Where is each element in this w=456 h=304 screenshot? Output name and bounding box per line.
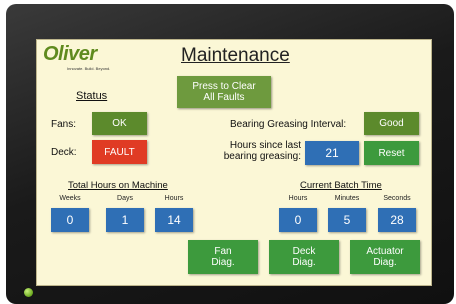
clear-faults-button[interactable]: Press to Clear All Faults — [177, 76, 271, 108]
actuator-diag-label: Actuator Diag. — [366, 246, 404, 268]
oliver-logo: Oliver — [43, 43, 97, 66]
fan-diag-label: Fan Diag. — [211, 246, 235, 268]
greasing-interval-label: Bearing Greasing Interval: — [230, 119, 347, 130]
greasing-interval-value: Good — [379, 118, 404, 129]
fans-status-badge: OK — [92, 112, 147, 135]
deck-status-value: FAULT — [104, 146, 135, 158]
status-heading: Status — [76, 90, 108, 102]
hours-since-greasing-number: 21 — [325, 146, 339, 160]
fans-status-value: OK — [112, 118, 127, 129]
batch-hours-label: Hours — [288, 195, 308, 202]
total-weeks-label: Weeks — [59, 195, 81, 202]
batch-minutes-value: 5 — [328, 208, 366, 232]
hmi-screen: Oliver Innovate. Build. Beyond. Maintena… — [36, 39, 432, 286]
total-hours-value: 14 — [155, 208, 193, 232]
actuator-diag-button[interactable]: Actuator Diag. — [350, 240, 420, 274]
reset-greasing-button[interactable]: Reset — [364, 141, 419, 165]
batch-time-heading: Current Batch Time — [300, 180, 382, 191]
power-led-icon — [24, 288, 33, 297]
total-hours-heading: Total Hours on Machine — [68, 180, 168, 191]
hours-since-greasing-label: Hours since last bearing greasing: — [223, 140, 301, 162]
fan-diag-button[interactable]: Fan Diag. — [188, 240, 258, 274]
greasing-interval-badge: Good — [364, 112, 419, 135]
batch-minutes-label: Minutes — [334, 195, 360, 202]
total-weeks-value: 0 — [51, 208, 89, 232]
batch-seconds-value: 28 — [378, 208, 416, 232]
page-title: Maintenance — [181, 45, 290, 66]
total-days-value: 1 — [106, 208, 144, 232]
reset-label: Reset — [378, 147, 405, 159]
total-hours-label: Hours — [164, 195, 184, 202]
batch-seconds-number: 28 — [390, 213, 404, 227]
total-weeks-number: 0 — [66, 213, 74, 227]
deck-status-badge: FAULT — [92, 140, 147, 164]
deck-diag-button[interactable]: Deck Diag. — [269, 240, 339, 274]
batch-hours-value: 0 — [279, 208, 317, 232]
logo-wordmark: Oliver — [43, 43, 97, 65]
batch-hours-number: 0 — [294, 213, 302, 227]
batch-minutes-number: 5 — [343, 213, 351, 227]
fans-label: Fans: — [51, 119, 77, 130]
total-days-label: Days — [117, 195, 133, 202]
total-days-number: 1 — [121, 213, 129, 227]
total-hours-number: 14 — [167, 213, 181, 227]
logo-tagline: Innovate. Build. Beyond. — [67, 66, 111, 71]
clear-faults-label: Press to Clear All Faults — [192, 81, 256, 103]
batch-seconds-label: Seconds — [383, 195, 411, 202]
deck-diag-label: Deck Diag. — [292, 246, 316, 268]
deck-label: Deck: — [51, 147, 77, 158]
hours-since-greasing-value: 21 — [305, 141, 359, 165]
